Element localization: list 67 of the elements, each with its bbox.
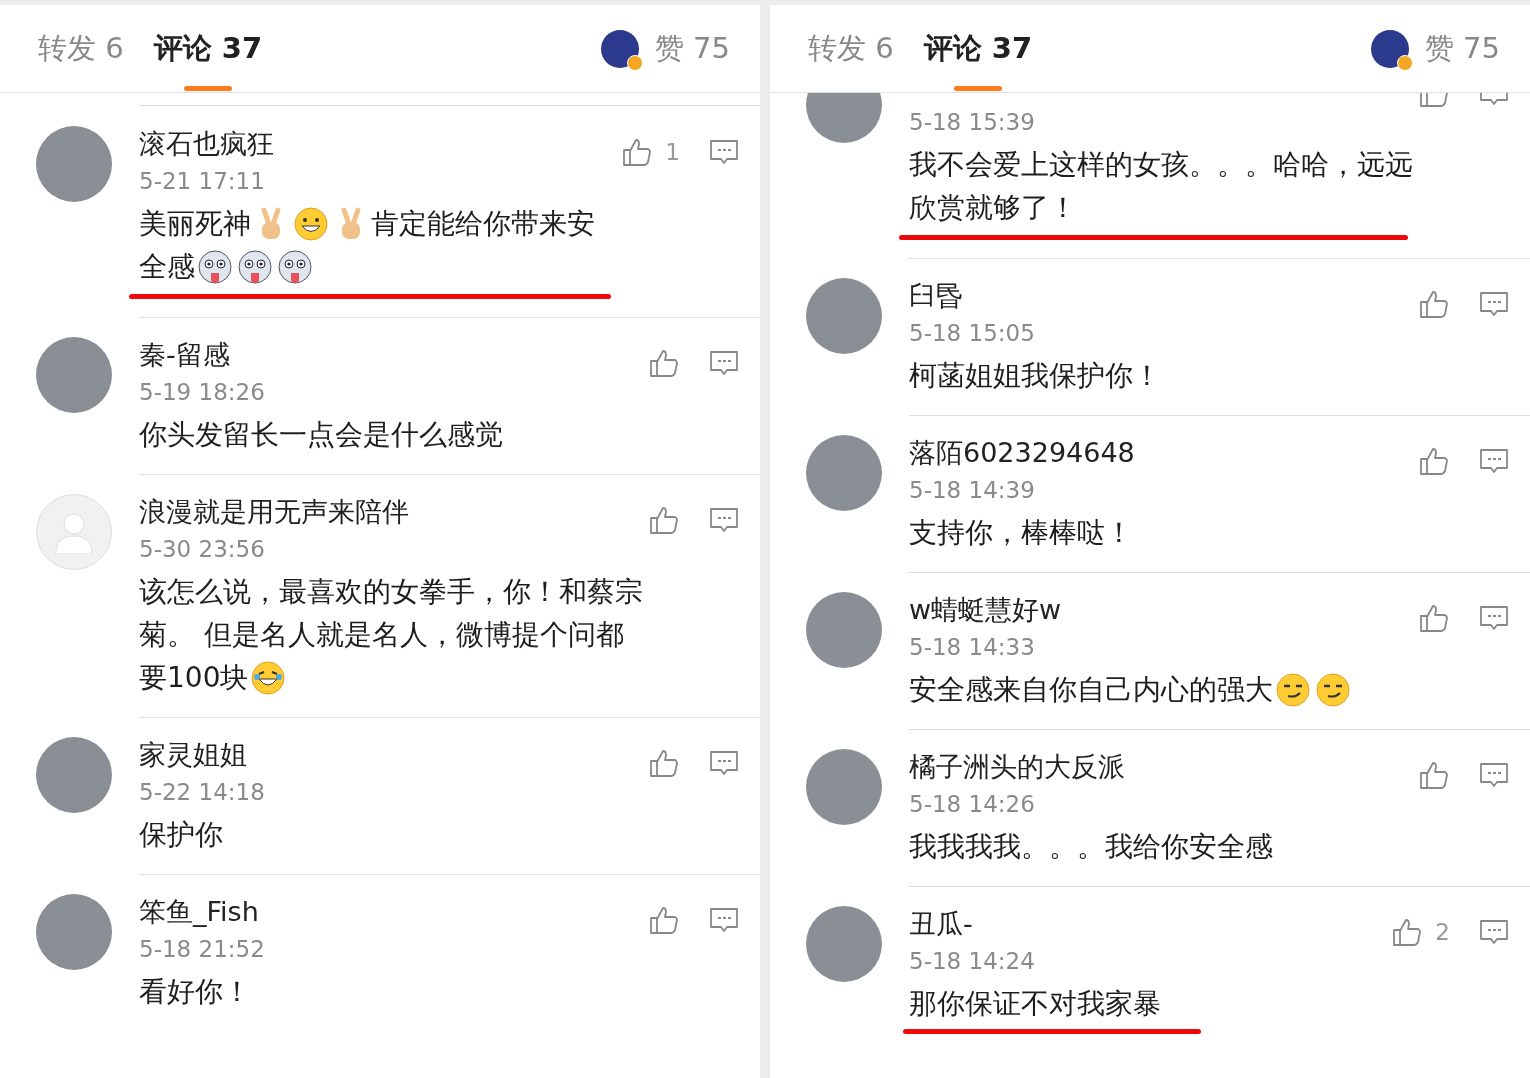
like-button[interactable] — [648, 747, 680, 779]
username[interactable]: 滚石也疯狂 — [139, 128, 274, 159]
thumbs-up-icon — [648, 347, 680, 379]
like-button[interactable] — [1418, 759, 1450, 791]
comment-text: 保护你 — [139, 817, 224, 853]
username[interactable]: 浪漫就是用无声来陪伴 — [139, 496, 409, 527]
thumbs-up-icon — [1418, 602, 1450, 634]
smirking-face-emoji-icon — [1275, 672, 1311, 708]
comment-time: 5-18 14:26 — [909, 791, 1035, 817]
comment-text: 那你保证不对我家暴 — [909, 986, 1161, 1022]
like-button[interactable] — [648, 904, 680, 936]
dog-face-emoji-icon — [277, 249, 313, 285]
like-button[interactable] — [1418, 288, 1450, 320]
thumbs-up-icon — [1418, 759, 1450, 791]
comment-time: 5-21 17:11 — [139, 168, 265, 194]
grinning-face-emoji-icon — [293, 206, 329, 242]
comment-text: 安全感来自你自己内心的强大 — [909, 668, 1418, 711]
tab[interactable]: 转发 6 — [808, 20, 894, 77]
comment-text: 我我我我。。。我给你安全感 — [909, 829, 1274, 865]
tab[interactable]: 转发 6 — [38, 20, 124, 77]
comment-time: 5-19 18:26 — [139, 379, 265, 405]
comment-text: 你头发留长一点会是什么感觉 — [139, 417, 504, 453]
like-button[interactable] — [1418, 445, 1450, 477]
likes-count[interactable]: 赞 75 — [654, 28, 730, 69]
username[interactable]: 落陌6023294648 — [909, 437, 1135, 468]
dog-face-emoji-icon — [237, 249, 273, 285]
smirking-face-emoji-icon — [1315, 672, 1351, 708]
thumbs-up-icon — [1391, 916, 1424, 948]
thumbs-up-icon — [1418, 288, 1450, 320]
active-tab-indicator — [183, 85, 232, 91]
username[interactable]: 橘子洲头的大反派 — [909, 751, 1125, 782]
comment-text: 柯菡姐姐我保护你！ — [909, 358, 1162, 394]
thumbs-up-icon — [648, 904, 680, 936]
laughing-tears-emoji-icon — [250, 660, 287, 696]
comment-time: 5-18 14:33 — [909, 634, 1035, 660]
comment-text: 该怎么说，最喜欢的女拳手，你！和蔡宗菊。 但是名人就是名人，微博提个问都要100块 — [139, 574, 644, 698]
comment-text: 我不会爱上这样的女孩。。。哈哈，远远欣赏就够了！ — [909, 147, 1414, 226]
comment-time: 5-18 15:05 — [909, 320, 1035, 346]
thumbs-up-icon — [648, 747, 680, 779]
comment-time: 5-18 14:39 — [909, 477, 1035, 503]
avatar-photo — [1370, 29, 1409, 68]
comment-text: 美丽死神 肯定能给你带来安全感 — [139, 205, 596, 287]
like-button[interactable] — [648, 347, 680, 379]
comment-time: 5-18 14:24 — [909, 948, 1035, 974]
username[interactable]: 丑瓜- — [909, 908, 973, 939]
dog-face-emoji-icon — [197, 249, 233, 285]
comment-time: 5-18 15:39 — [909, 109, 1035, 135]
likes-count[interactable]: 赞 75 — [1424, 28, 1500, 69]
thumbs-up-icon — [1418, 445, 1450, 477]
username[interactable]: 家灵姐姐 — [139, 739, 247, 770]
avatar-photo — [600, 29, 639, 68]
tab[interactable]: 评论 37 — [923, 20, 1033, 77]
comment-text: 看好你！ — [139, 974, 252, 1010]
comment-time: 5-22 14:18 — [139, 779, 265, 805]
tab[interactable]: 评论 37 — [153, 20, 263, 77]
thumbs-up-icon — [621, 136, 654, 168]
thumbs-up-icon — [648, 504, 680, 536]
username[interactable]: w蜻蜓慧好w — [909, 594, 1062, 625]
like-button[interactable] — [648, 504, 680, 536]
comment-time: 5-18 21:52 — [139, 936, 265, 962]
comment-text: 支持你，棒棒哒！ — [909, 515, 1134, 551]
like-button[interactable] — [1418, 602, 1450, 634]
active-tab-indicator — [953, 85, 1002, 91]
username[interactable]: 秦-留感 — [139, 339, 230, 370]
comment-time: 5-30 23:56 — [139, 536, 265, 562]
username[interactable]: 臼昬 — [909, 280, 963, 311]
username[interactable]: 笨鱼_Fish — [139, 896, 259, 927]
